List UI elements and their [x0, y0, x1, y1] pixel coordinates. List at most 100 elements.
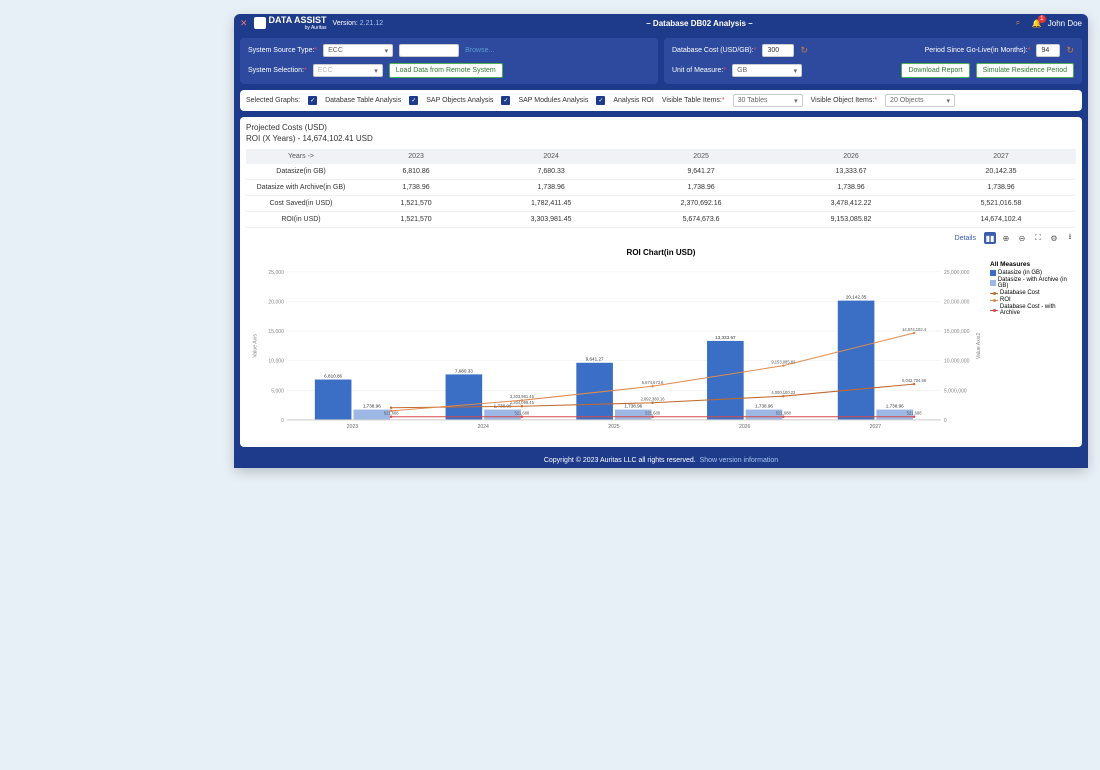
checkbox[interactable]: ✓	[596, 96, 605, 105]
period-input[interactable]	[1036, 44, 1060, 57]
svg-text:14,674,102.4: 14,674,102.4	[902, 327, 927, 332]
svg-text:25,000: 25,000	[268, 270, 284, 276]
file-input[interactable]	[399, 44, 459, 57]
svg-text:0: 0	[944, 418, 947, 424]
brand-sub: by Auritas	[269, 25, 327, 31]
download-report-button[interactable]: Download Report	[901, 63, 969, 78]
zoom-out-icon[interactable]: ⊖	[1016, 232, 1028, 244]
svg-text:9,641.27: 9,641.27	[586, 357, 604, 362]
refresh-cost-icon[interactable]: ↻	[800, 45, 808, 56]
load-data-button[interactable]: Load Data from Remote System	[389, 63, 503, 78]
brand-name: DATA ASSIST	[269, 15, 327, 25]
version-label: Version: 2.21.12	[333, 20, 384, 27]
chart-title: ROI Chart(in USD)	[246, 248, 1076, 257]
svg-text:20,000: 20,000	[268, 300, 284, 306]
window-title: – Database DB02 Analysis –	[646, 19, 752, 28]
system-panel: System Source Type:* ECC Browse... Syste…	[240, 38, 658, 84]
roi-chart: 05,00010,00015,00020,00025,00005,000,000…	[246, 261, 1076, 441]
svg-text:521,688: 521,688	[645, 411, 661, 416]
app-logo: ☰ DATA ASSIST by Auritas	[254, 15, 327, 31]
graph-selection-bar: Selected Graphs: ✓ Database Table Analysi…	[240, 90, 1082, 111]
fullscreen-icon[interactable]: ⛶	[1032, 232, 1044, 244]
svg-text:4,000,100.22: 4,000,100.22	[771, 390, 796, 395]
voi-select[interactable]: 20 Objects	[885, 94, 955, 107]
projection-table: Years ->20232024202520262027 Datasize(in…	[246, 149, 1076, 228]
svg-text:5,000: 5,000	[271, 388, 284, 394]
svg-text:1,738.96: 1,738.96	[624, 404, 642, 409]
svg-text:0: 0	[281, 418, 284, 424]
browse-button[interactable]: Browse...	[465, 47, 494, 54]
roi-summary: ROI (X Years) - 14,674,102.41 USD	[246, 134, 1076, 143]
cost-panel: Database Cost (USD/GB):* ↻ Period Since …	[664, 38, 1082, 84]
logo-icon: ☰	[254, 17, 266, 29]
refresh-period-icon[interactable]: ↻	[1066, 45, 1074, 56]
legend-item: Datasize (in GB)	[990, 270, 1076, 276]
svg-text:3,303,981.45: 3,303,981.45	[510, 394, 535, 399]
table-row: Cost Saved(in USD)1,521,5701,782,411.452…	[246, 196, 1076, 212]
svg-text:Value Axis2: Value Axis2	[976, 333, 982, 360]
settings-icon[interactable]: ⚙	[1048, 232, 1060, 244]
graph-option: SAP Modules Analysis	[518, 97, 588, 104]
vti-label: Visible Table Items:*	[662, 97, 725, 104]
svg-text:25,000,000: 25,000,000	[944, 270, 970, 276]
svg-text:10,000: 10,000	[268, 359, 284, 365]
svg-text:1,738.96: 1,738.96	[755, 404, 773, 409]
legend-item: Datasize - with Archive (in GB)	[990, 277, 1076, 289]
svg-text:521,688: 521,688	[514, 411, 530, 416]
content-area: Projected Costs (USD) ROI (X Years) - 14…	[240, 117, 1082, 447]
graph-option: Database Table Analysis	[325, 97, 401, 104]
period-label: Period Since Go-Live(in Months):*	[925, 47, 1031, 54]
svg-text:Value Axis: Value Axis	[252, 334, 258, 358]
svg-text:7,680.33: 7,680.33	[455, 368, 473, 373]
svg-text:9,153,085.82: 9,153,085.82	[771, 360, 796, 365]
download-icon[interactable]: ⭳	[1064, 232, 1076, 244]
chart-canvas: 05,00010,00015,00020,00025,00005,000,000…	[246, 261, 986, 441]
svg-text:15,000,000: 15,000,000	[944, 329, 970, 335]
svg-text:6,042,704.58: 6,042,704.58	[902, 378, 927, 383]
svg-text:2025: 2025	[608, 424, 620, 430]
chart-toolbar: Details ▮▮ ⊕ ⊖ ⛶ ⚙ ⭳	[246, 232, 1076, 244]
vti-select[interactable]: 30 Tables	[733, 94, 803, 107]
simulate-button[interactable]: Simulate Residence Period	[976, 63, 1074, 78]
table-row: ROI(in USD)1,521,5703,303,981.455,674,67…	[246, 212, 1076, 228]
svg-text:20,142.35: 20,142.35	[846, 295, 867, 300]
version-info-link[interactable]: Show version information	[700, 457, 779, 464]
svg-text:521,688: 521,688	[384, 411, 400, 416]
close-icon[interactable]: ✕	[240, 18, 248, 29]
checkbox[interactable]: ✓	[409, 96, 418, 105]
graph-option: SAP Objects Analysis	[426, 97, 493, 104]
source-type-select[interactable]: ECC	[323, 44, 393, 57]
footer: Copyright © 2023 Auritas LLC all rights …	[234, 453, 1088, 468]
selected-graphs-label: Selected Graphs:	[246, 97, 300, 104]
legend-item: ROI	[990, 297, 1076, 303]
table-row: Datasize(in GB)6,810.867,680.339,641.271…	[246, 164, 1076, 180]
checkbox[interactable]: ✓	[308, 96, 317, 105]
notification-icon[interactable]: 🔔 1	[1032, 19, 1042, 28]
svg-text:5,000,000: 5,000,000	[944, 388, 967, 394]
table-row: Datasize with Archive(in GB)1,738.961,73…	[246, 180, 1076, 196]
checkbox[interactable]: ✓	[501, 96, 510, 105]
chart-legend: All Measures Datasize (in GB)Datasize - …	[986, 261, 1076, 441]
svg-text:2024: 2024	[478, 424, 490, 430]
svg-text:2026: 2026	[739, 424, 751, 430]
uom-select[interactable]: GB	[732, 64, 802, 77]
db-cost-input[interactable]	[762, 44, 794, 57]
titlebar: ✕ ☰ DATA ASSIST by Auritas Version: 2.21…	[234, 14, 1088, 32]
zoom-in-icon[interactable]: ⊕	[1000, 232, 1012, 244]
uom-label: Unit of Measure:*	[672, 67, 726, 74]
svg-text:10,000,000: 10,000,000	[944, 359, 970, 365]
legend-item: Database Cost - with Archive	[990, 304, 1076, 316]
details-link[interactable]: Details	[955, 235, 976, 242]
voi-label: Visible Object Items:*	[811, 97, 877, 104]
svg-text:2,892,380.16: 2,892,380.16	[641, 397, 666, 402]
search-icon[interactable]: ⌕	[1016, 18, 1026, 28]
svg-text:2023: 2023	[347, 424, 359, 430]
user-name[interactable]: John Doe	[1048, 19, 1082, 28]
section-title: Projected Costs (USD)	[246, 123, 1076, 132]
svg-text:20,000,000: 20,000,000	[944, 300, 970, 306]
graph-option: Analysis ROI	[613, 97, 653, 104]
selection-select[interactable]: ECC	[313, 64, 383, 77]
bar-chart-icon[interactable]: ▮▮	[984, 232, 996, 244]
svg-text:521,688: 521,688	[907, 411, 923, 416]
svg-text:1,738.96: 1,738.96	[363, 404, 381, 409]
